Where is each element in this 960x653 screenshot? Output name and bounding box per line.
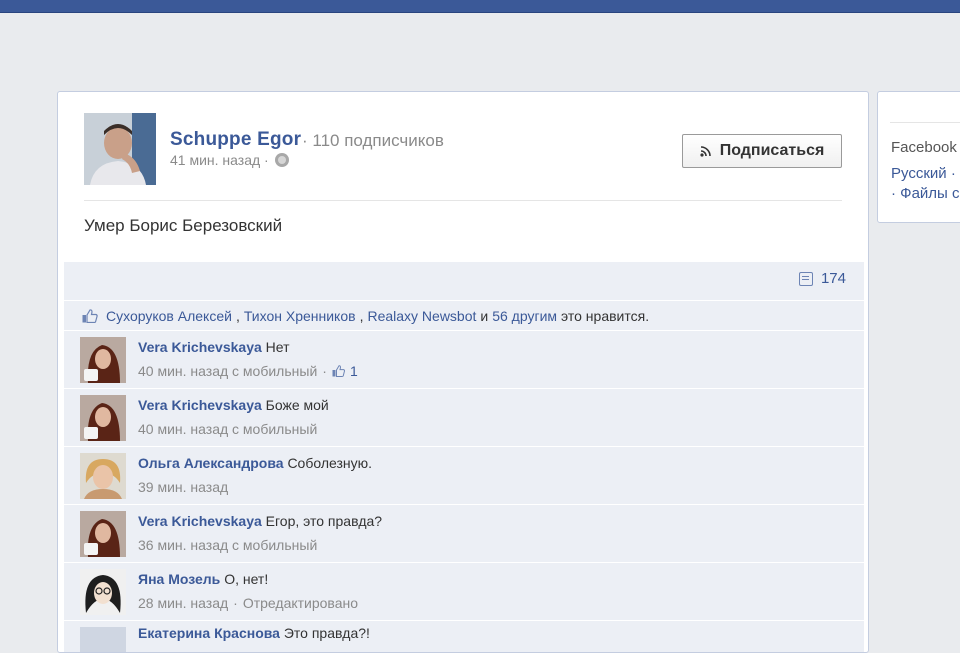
commenter-avatar[interactable] (80, 337, 126, 383)
comment-text: Соболезную. (287, 455, 373, 471)
comment: Vera Krichevskaya Боже мой 40 мин. назад… (64, 388, 864, 445)
comment: Екатерина Краснова Это правда?! (64, 620, 864, 652)
post-card: Schuppe Egor · 110 подписчиков 41 мин. н… (57, 91, 869, 653)
subscribe-button[interactable]: Подписаться (682, 134, 842, 168)
comment-time[interactable]: 40 мин. назад с мобильный (138, 421, 317, 437)
sidebar-divider (890, 122, 960, 123)
comment-text: Нет (265, 339, 290, 355)
comment-meta: 40 мин. назад с мобильный · 1 (138, 363, 358, 379)
globe-icon[interactable] (274, 153, 289, 167)
thumbs-up-icon[interactable] (332, 365, 345, 377)
liker-name[interactable]: Сухоруков Алексей (106, 308, 232, 324)
post-timestamp: 41 мин. назад · (170, 152, 289, 168)
like-icon (82, 308, 98, 323)
likes-summary: Сухоруков Алексей, Тихон Хренников, Real… (64, 300, 864, 330)
comment-text: Боже мой (265, 397, 329, 413)
commenter-avatar[interactable] (80, 627, 126, 652)
sidebar-files-link[interactable]: · Файлы с (891, 185, 960, 202)
top-bar (0, 0, 960, 13)
comment-meta: 28 мин. назад · Отредактировано (138, 595, 358, 611)
subscriber-count[interactable]: · 110 подписчиков (302, 131, 444, 151)
liker-name[interactable]: Realaxy Newsbot (367, 308, 476, 324)
subscribe-label: Подписаться (719, 142, 825, 159)
comment-count-value: 174 (820, 270, 846, 287)
comment-text: О, нет! (224, 571, 269, 587)
author-name[interactable]: Schuppe Egor (170, 129, 301, 151)
likers-more-link[interactable]: 56 другим (492, 308, 557, 324)
rss-icon (700, 146, 711, 157)
comment-meta: 36 мин. назад с мобильный (138, 537, 317, 553)
comment-like-count[interactable]: 1 (350, 363, 358, 379)
liker-separator: , (359, 307, 364, 324)
commenter-avatar[interactable] (80, 511, 126, 557)
sidebar-language-link[interactable]: Русский · (891, 165, 956, 182)
comments-area: 174 Сухоруков Алексей, Тихон Хренников, … (64, 262, 864, 652)
comment-text: Егор, это правда? (265, 513, 383, 529)
liker-name[interactable]: Тихон Хренников (244, 308, 356, 324)
comment: Ольга Александрова Соболезную. 39 мин. н… (64, 446, 864, 503)
comment: Vera Krichevskaya Нет 40 мин. назад с мо… (64, 330, 864, 387)
sidebar-facebook: Facebook (891, 139, 957, 156)
comment-author[interactable]: Ольга Александрова (138, 455, 284, 471)
comment-line: Ольга Александрова Соболезную. (138, 455, 372, 471)
comment-author[interactable]: Vera Krichevskaya (138, 397, 262, 413)
comment-time[interactable]: 40 мин. назад с мобильный (138, 363, 317, 379)
likes-suffix: это нравится. (561, 307, 650, 324)
comment-time[interactable]: 36 мин. назад с мобильный (138, 537, 317, 553)
sidebar-card: Facebook Русский · · Файлы с (877, 91, 960, 223)
comment-meta: 39 мин. назад (138, 479, 228, 495)
comment-meta: 40 мин. назад с мобильный (138, 421, 317, 437)
comment-icon (798, 271, 813, 286)
comment: Яна Мозель О, нет! 28 мин. назад · Отред… (64, 562, 864, 619)
comment-count[interactable]: 174 (798, 270, 846, 287)
meta-dot: · (322, 363, 327, 379)
liker-separator: , (235, 307, 240, 324)
author-avatar[interactable] (84, 113, 156, 185)
comment-author[interactable]: Яна Мозель (138, 571, 220, 587)
comment-line: Яна Мозель О, нет! (138, 571, 268, 587)
meta-dot: · (233, 595, 238, 611)
comment-line: Vera Krichevskaya Нет (138, 339, 290, 355)
comment-line: Vera Krichevskaya Боже мой (138, 397, 329, 413)
comment-time[interactable]: 39 мин. назад (138, 479, 228, 495)
comment-time[interactable]: 28 мин. назад (138, 595, 228, 611)
commenter-avatar[interactable] (80, 453, 126, 499)
comment-author[interactable]: Vera Krichevskaya (138, 513, 262, 529)
comment-author[interactable]: Vera Krichevskaya (138, 339, 262, 355)
post-text: Умер Борис Березовский (84, 216, 283, 235)
header-divider (84, 200, 842, 201)
edited-label[interactable]: Отредактировано (243, 595, 358, 611)
commenter-avatar[interactable] (80, 569, 126, 615)
post-time-text[interactable]: 41 мин. назад · (170, 152, 269, 168)
commenter-avatar[interactable] (80, 395, 126, 441)
comment-line: Vera Krichevskaya Егор, это правда? (138, 513, 382, 529)
liker-separator: и (480, 307, 489, 324)
comment: Vera Krichevskaya Егор, это правда? 36 м… (64, 504, 864, 561)
